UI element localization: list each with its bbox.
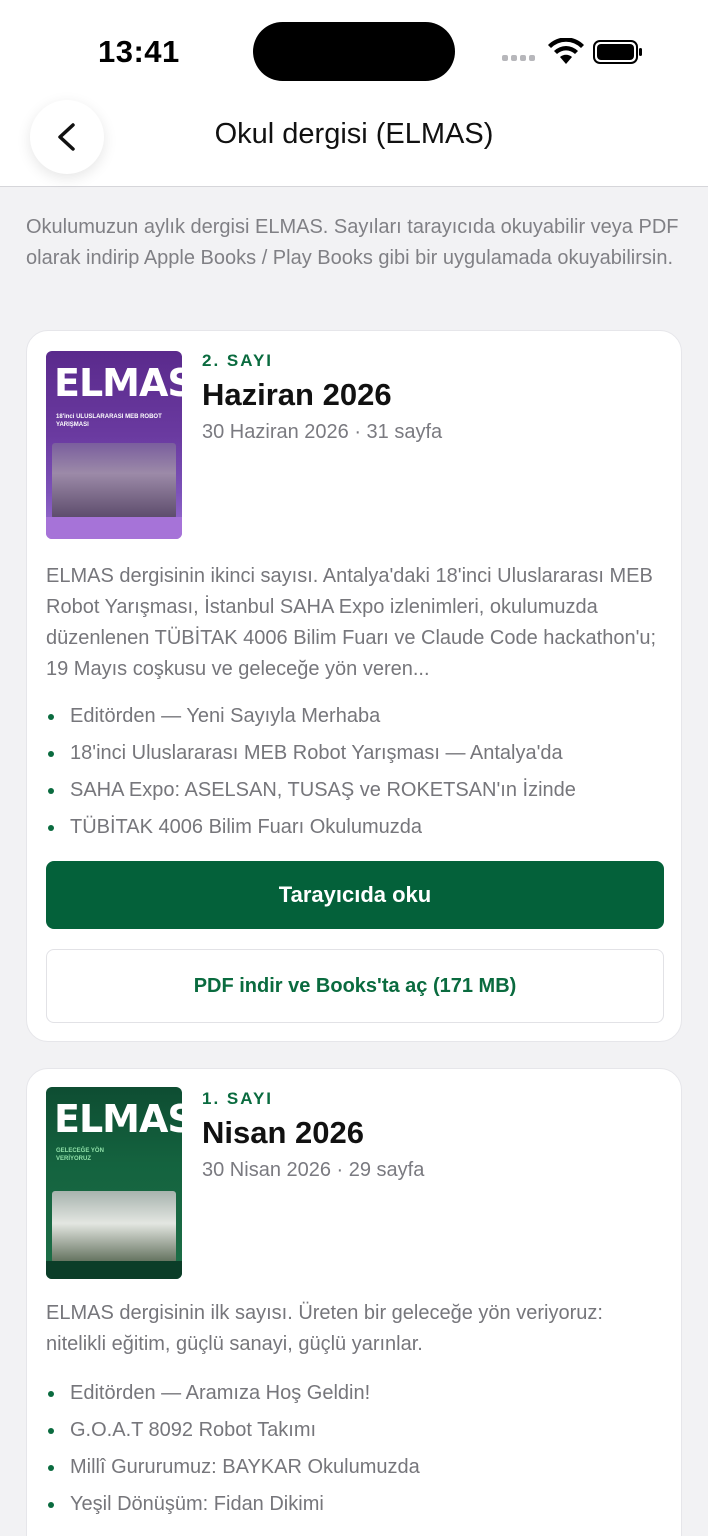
read-in-browser-button[interactable]: Tarayıcıda oku: [46, 861, 664, 929]
article-item: Millî Gururumuz: BAYKAR Okulumuzda: [46, 1449, 666, 1486]
issue-title: Nisan 2026: [202, 1115, 364, 1150]
article-list: Editörden — Aramıza Hoş Geldin! G.O.A.T …: [46, 1375, 666, 1523]
cover-headline: 18'inci ULUSLARARASI MEB ROBOT YARIŞMASI: [56, 414, 162, 428]
issue-title: Haziran 2026: [202, 377, 392, 412]
issue-meta: 30 Nisan 2026 · 29 sayfa: [202, 1159, 425, 1181]
cover-headline: GELECEĞE YÖN VERİYORUZ: [56, 1148, 104, 1162]
status-bar: 13:41: [0, 0, 708, 100]
cover-footer: [46, 1261, 182, 1279]
issue-number: 1. SAYI: [202, 1089, 274, 1108]
cover-photo: [52, 1191, 176, 1263]
article-item: G.O.A.T 8092 Robot Takımı: [46, 1412, 666, 1449]
cover-logo: ELMAS: [54, 361, 182, 405]
article-item: 18'inci Uluslararası MEB Robot Yarışması…: [46, 735, 666, 772]
issue-meta: 30 Haziran 2026 · 31 sayfa: [202, 421, 443, 443]
issue-description: ELMAS dergisinin ikinci sayısı. Antalya'…: [46, 565, 657, 680]
issue-number: 2. SAYI: [202, 351, 274, 370]
nav-header: Okul dergisi (ELMAS): [0, 100, 708, 187]
status-time: 13:41: [98, 34, 180, 69]
magazine-cover[interactable]: ELMAS GELECEĞE YÖN VERİYORUZ: [46, 1087, 182, 1279]
article-item: Yeşil Dönüşüm: Fidan Dikimi: [46, 1486, 666, 1523]
cellular-signal-icon: [502, 55, 535, 61]
article-item: Editörden — Aramıza Hoş Geldin!: [46, 1375, 666, 1412]
dynamic-island: [253, 22, 455, 81]
magazine-cover[interactable]: ELMAS 18'inci ULUSLARARASI MEB ROBOT YAR…: [46, 351, 182, 539]
issue-card: ELMAS 18'inci ULUSLARARASI MEB ROBOT YAR…: [26, 330, 682, 1042]
cover-footer: [46, 517, 182, 539]
article-item: TÜBİTAK 4006 Bilim Fuarı Okulumuzda: [46, 809, 666, 846]
cover-photo: [52, 443, 176, 519]
page-title: Okul dergisi (ELMAS): [214, 118, 494, 150]
intro-text: Okulumuzun aylık dergisi ELMAS. Sayıları…: [26, 216, 679, 269]
article-list: Editörden — Yeni Sayıyla Merhaba 18'inci…: [46, 698, 666, 846]
cover-logo: ELMAS: [54, 1097, 182, 1141]
article-item: Editörden — Yeni Sayıyla Merhaba: [46, 698, 666, 735]
battery-icon: [593, 40, 642, 64]
wifi-icon: [548, 38, 584, 64]
article-item: SAHA Expo: ASELSAN, TUSAŞ ve ROKETSAN'ın…: [46, 772, 666, 809]
issue-description: ELMAS dergisinin ilk sayısı. Üreten bir …: [46, 1302, 603, 1355]
issue-card: ELMAS GELECEĞE YÖN VERİYORUZ 1. SAYI Nis…: [26, 1068, 682, 1536]
download-pdf-button[interactable]: PDF indir ve Books'ta aç (171 MB): [46, 949, 664, 1023]
